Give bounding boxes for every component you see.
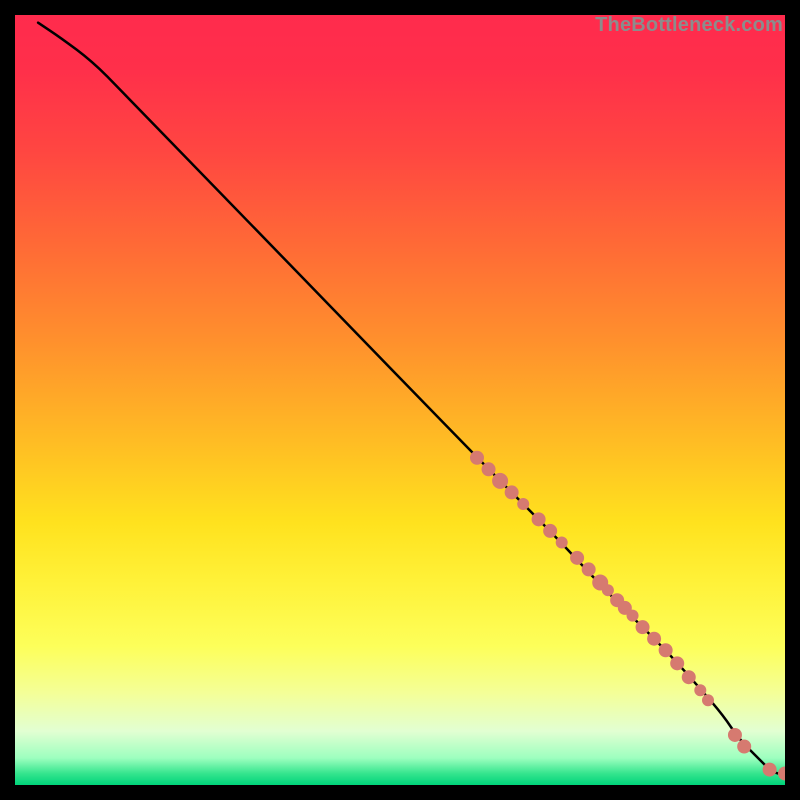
data-point	[728, 728, 742, 742]
data-point	[505, 485, 519, 499]
data-point	[470, 451, 484, 465]
data-point	[670, 656, 684, 670]
attribution-label: TheBottleneck.com	[595, 14, 783, 37]
bottleneck-chart	[15, 15, 785, 785]
data-point	[543, 524, 557, 538]
gradient-background	[15, 15, 785, 785]
data-point	[702, 694, 714, 706]
data-point	[532, 512, 546, 526]
data-point	[570, 551, 584, 565]
data-point	[492, 473, 508, 489]
data-point	[682, 670, 696, 684]
data-point	[582, 562, 596, 576]
data-point	[602, 584, 614, 596]
data-point	[647, 632, 661, 646]
data-point	[627, 610, 639, 622]
chart-frame: TheBottleneck.com	[15, 15, 785, 785]
data-point	[763, 763, 777, 777]
data-point	[659, 643, 673, 657]
data-point	[694, 684, 706, 696]
data-point	[517, 498, 529, 510]
data-point	[556, 536, 568, 548]
data-point	[482, 462, 496, 476]
data-point	[737, 740, 751, 754]
data-point	[636, 620, 650, 634]
